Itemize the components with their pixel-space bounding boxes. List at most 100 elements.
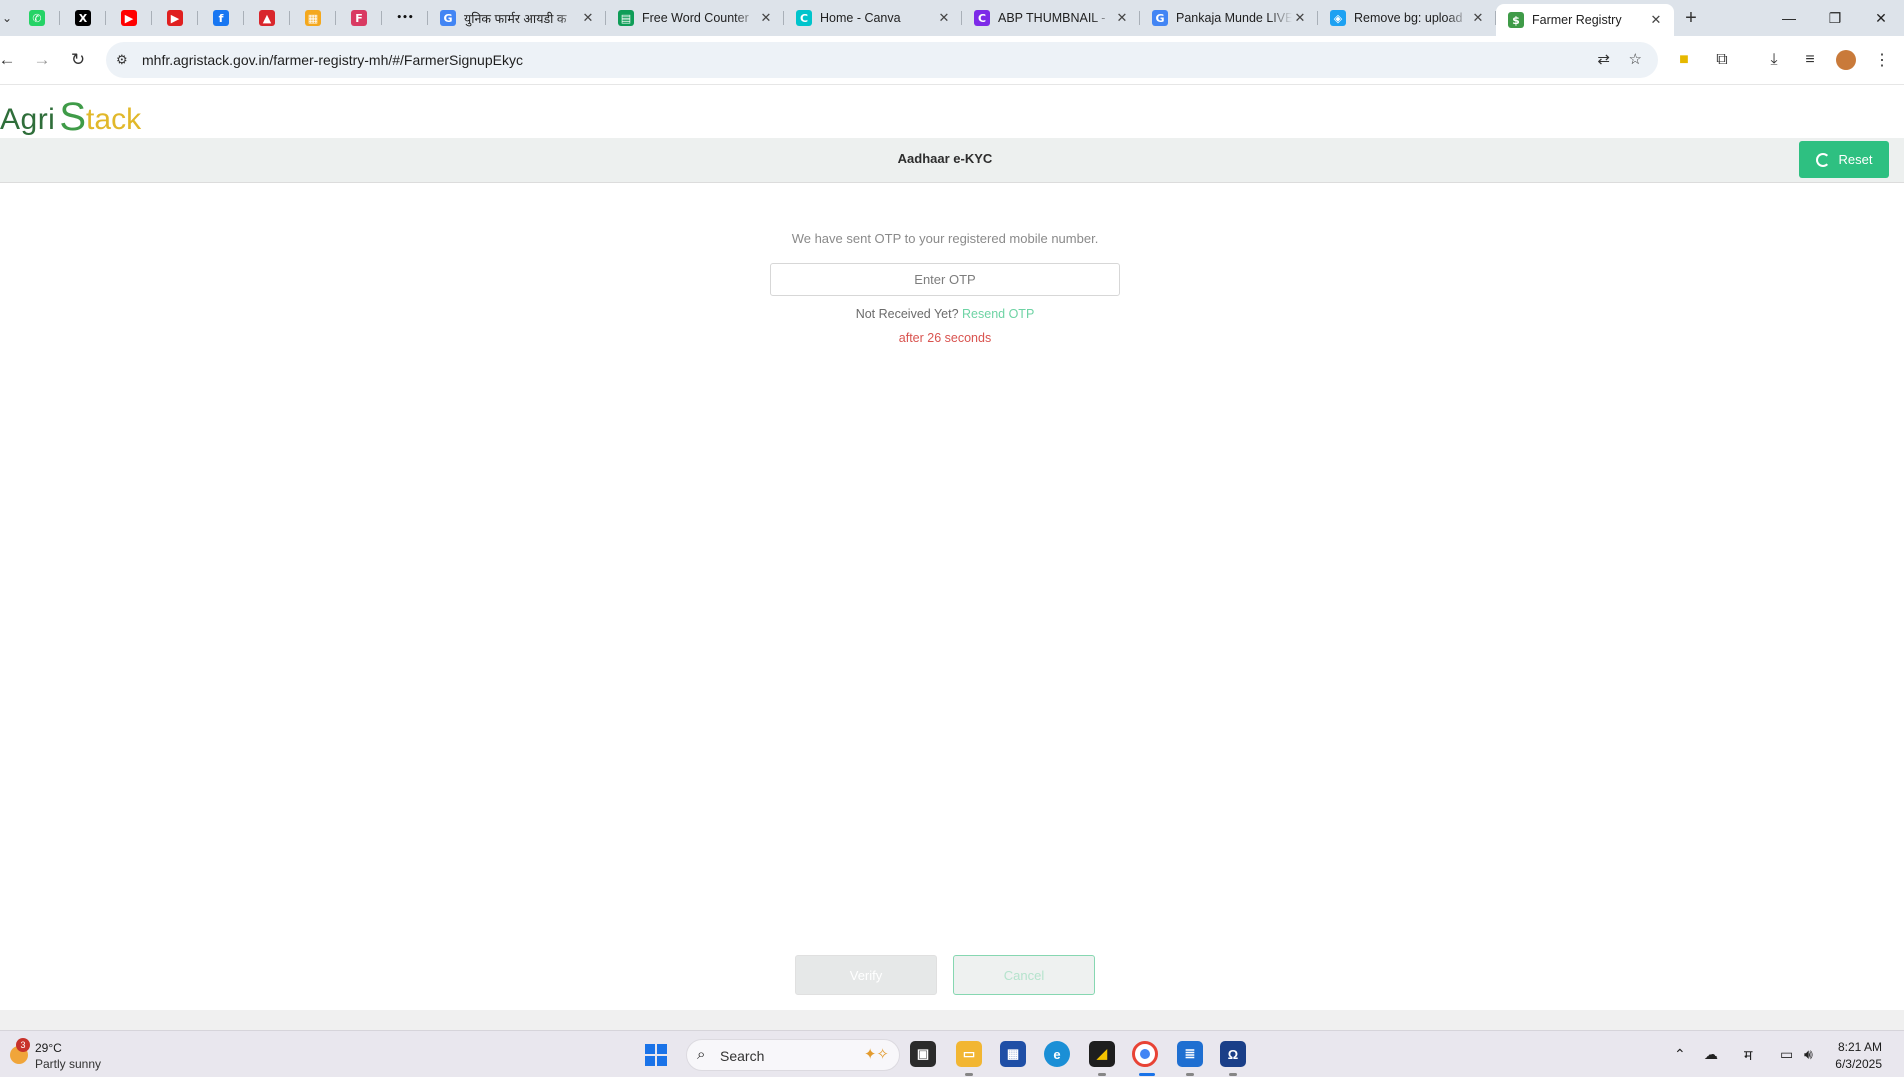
sticky-notes-indicator [1098,1073,1106,1076]
tab-search-chevron-icon[interactable]: ⌄ [0,0,14,36]
youtube-icon: ▶ [121,10,137,26]
page-title: Aadhaar e-KYC [897,151,993,166]
notepad-icon[interactable]: ≣ [1177,1041,1203,1067]
pinned-tab[interactable]: ▦ [290,0,336,36]
bookmark-star-icon[interactable]: ☆ [1629,50,1642,68]
tray-chevron-icon[interactable]: ⌃ [1674,1046,1686,1063]
tab-close-icon[interactable]: ✕ [1114,10,1130,26]
tab-close-icon[interactable]: ✕ [1292,10,1308,26]
sticky-notes-icon[interactable]: ◢ [1089,1041,1115,1067]
translate-icon[interactable]: ⇄ [1597,50,1610,68]
tab-close-icon[interactable]: ✕ [1648,12,1664,28]
minimize-button[interactable]: — [1766,0,1812,36]
tab[interactable]: G Pankaja Munde LIVE ✕ [1140,0,1318,36]
reload-icon[interactable]: ↻ [66,48,90,72]
pinned-tab[interactable]: f [198,0,244,36]
pinned-tab[interactable]: X [60,0,106,36]
tab[interactable]: ▤ Free Word Counter ✕ [606,0,784,36]
logo-text-stack: tack [86,103,142,136]
otp-input[interactable] [770,263,1120,296]
notepad-indicator [1186,1073,1194,1076]
new-tab-button[interactable]: + [1674,7,1708,30]
agristack-logo[interactable]: Agri Stack [0,89,142,137]
clock-time[interactable]: 8:21 AM [1838,1040,1882,1054]
cancel-button[interactable]: Cancel [953,955,1095,995]
google-icon: G [1152,10,1168,26]
download-icon[interactable]: ⤓ [1762,48,1786,72]
pinned-tab[interactable]: F [336,0,382,36]
file-explorer-indicator [965,1073,973,1076]
network-icon[interactable]: ▭ [1780,1046,1793,1063]
sheets-icon: ▤ [618,10,634,26]
task-view-icon[interactable]: ▣ [910,1041,936,1067]
page-content: Agri Stack Aadhaar e-KYC Reset We have s… [0,85,1904,1030]
tab-active[interactable]: $ Farmer Registry ✕ [1496,4,1674,36]
browser-menu-icon[interactable]: ⋮ [1870,48,1894,72]
edge-icon[interactable]: e [1044,1041,1070,1067]
google-icon: G [440,10,456,26]
tab[interactable]: C ABP THUMBNAIL - ✕ [962,0,1140,36]
extension-yellow-icon[interactable]: ■ [1672,48,1696,72]
taskbar-search[interactable]: ⌕ Search ✦✧ [686,1039,900,1071]
facebook-icon: f [213,10,229,26]
profile-avatar[interactable] [1834,48,1858,72]
weather-widget[interactable]: 3 29°C Partly sunny [6,1038,126,1072]
page-footer-strip [0,1010,1904,1030]
store-icon[interactable]: ▦ [1000,1041,1026,1067]
dollar-green-icon: $ [1508,12,1524,28]
reset-button[interactable]: Reset [1799,141,1889,178]
refresh-icon [1815,152,1830,167]
tab-title: Home - Canva [820,11,901,25]
url-text[interactable]: mhfr.agristack.gov.in/farmer-registry-mh… [142,52,523,68]
pinned-tab[interactable]: ▶ [106,0,152,36]
forward-icon[interactable]: → [30,48,54,72]
acrobat-icon: ▲ [259,10,275,26]
address-bar[interactable]: ⚙ mhfr.agristack.gov.in/farmer-registry-… [106,42,1658,78]
windows-taskbar: 3 29°C Partly sunny ⌕ Search ✦✧ ▣ ▭ ▦ e … [0,1030,1904,1077]
tab-close-icon[interactable]: ✕ [936,10,952,26]
more-icon: ••• [396,13,414,23]
tab-title: Remove bg: upload [1354,11,1463,25]
tab-close-icon[interactable]: ✕ [758,10,774,26]
resend-line: Not Received Yet? Resend OTP [0,307,1890,321]
otp-sent-message: We have sent OTP to your registered mobi… [791,231,1099,246]
file-explorer-icon[interactable]: ▭ [956,1041,982,1067]
not-received-text: Not Received Yet? [855,307,959,321]
pinned-tab[interactable]: ▲ [244,0,290,36]
onedrive-icon[interactable]: ☁ [1704,1046,1718,1063]
restore-button[interactable]: ❐ [1812,0,1858,36]
pinned-tab[interactable]: ▶ [152,0,198,36]
volume-icon[interactable]: 🔊︎ [1804,1046,1813,1063]
tab-close-icon[interactable]: ✕ [580,10,596,26]
weather-temperature: 29°C [35,1041,62,1055]
browser-toolbar: ← → ↻ ⚙ mhfr.agristack.gov.in/farmer-reg… [0,36,1904,85]
clock-date[interactable]: 6/3/2025 [1835,1057,1882,1071]
media-control-icon[interactable]: ≡ [1798,48,1822,72]
tab-title: ABP THUMBNAIL - [998,11,1106,25]
search-icon: ⌕ [697,1046,706,1063]
extensions-puzzle-icon[interactable]: ⧉ [1710,48,1734,72]
ime-indicator[interactable]: म [1744,1046,1752,1065]
windows-start-icon[interactable] [645,1044,667,1066]
resend-otp-link[interactable]: Resend OTP [962,307,1034,321]
chrome-icon[interactable] [1132,1041,1158,1067]
back-icon[interactable]: ← [0,48,19,72]
tab-title: Farmer Registry [1532,13,1622,27]
tab-title: Pankaja Munde LIVE [1176,11,1292,25]
tab[interactable]: G युनिक फार्मर आयडी क ✕ [428,0,606,36]
omega-app-icon[interactable]: Ω [1220,1041,1246,1067]
pinned-tab[interactable]: ••• [382,0,428,36]
window-close-button[interactable]: ✕ [1858,0,1904,36]
tab-title: Free Word Counter [642,11,749,25]
tab-close-icon[interactable]: ✕ [1470,10,1486,26]
f-app-icon: F [351,10,367,26]
site-settings-icon[interactable]: ⚙ [116,52,128,68]
tab[interactable]: C Home - Canva ✕ [784,0,962,36]
tab[interactable]: ◈ Remove bg: upload ✕ [1318,0,1496,36]
canva-icon: C [974,10,990,26]
taskbar-search-label: Search [720,1048,765,1064]
pinned-tab[interactable]: ✆ [14,0,60,36]
resend-timer: after 26 seconds [898,331,992,345]
verify-button[interactable]: Verify [795,955,937,995]
removebg-icon: ◈ [1330,10,1346,26]
